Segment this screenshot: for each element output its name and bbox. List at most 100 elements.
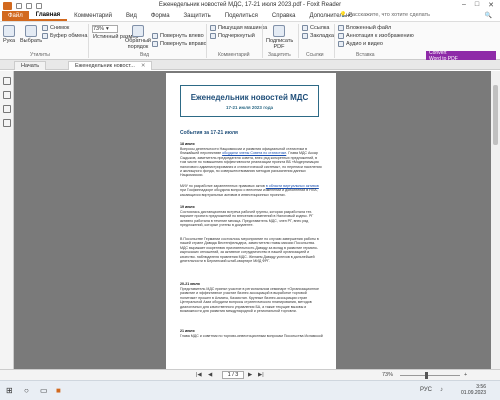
status-bar: |◀ ◀ 1 / 3 ▶ ▶| 73% + <box>0 369 500 380</box>
prev-page-button[interactable]: ◀ <box>208 372 212 378</box>
select-tool-button[interactable]: Выбрать <box>20 25 42 44</box>
hand-icon <box>3 25 15 37</box>
link-button[interactable]: Ссылка <box>302 25 329 31</box>
group-comment-label: Комментарий <box>218 52 250 58</box>
zoom-percentage: 73% <box>382 372 394 378</box>
minimize-button[interactable]: – <box>462 1 466 9</box>
zoom-slider-handle[interactable] <box>425 372 429 379</box>
volume-icon[interactable]: ♪ <box>440 387 443 393</box>
news-paragraph: Глава МДС и советник по торгово-инвестиц… <box>180 334 323 338</box>
system-clock[interactable]: 3:56 01.09.2023 <box>461 384 486 396</box>
rotate-left-icon <box>152 33 158 39</box>
bookmark-button[interactable]: Закладка <box>302 33 334 39</box>
taskbar-search-icon[interactable]: ○ <box>24 386 29 395</box>
tab-share[interactable]: Поделиться <box>218 13 265 21</box>
lightbulb-icon: 💡 <box>339 12 347 18</box>
scrollbar-thumb[interactable] <box>493 85 498 145</box>
windows-start-icon[interactable]: ⊞ <box>6 386 13 395</box>
rotate-right-button[interactable]: Повернуть вправо <box>152 41 207 47</box>
tab-protect[interactable]: Защитить <box>177 13 218 21</box>
typewriter-button[interactable]: Пишущая машинка <box>210 25 267 31</box>
clipboard-button[interactable]: Буфер обмена <box>42 33 87 39</box>
group-links-label: Ссылки <box>306 52 324 58</box>
keyboard-language[interactable]: РУС <box>420 387 432 393</box>
last-page-button[interactable]: ▶| <box>258 372 264 378</box>
rotate-left-button[interactable]: Повернуть влево <box>152 33 204 39</box>
rotate-right-icon <box>152 41 158 47</box>
news-link[interactable]: обсудили члены Совета по статистике <box>222 151 286 155</box>
cursor-icon <box>25 25 38 37</box>
foxit-taskbar-icon[interactable]: ■ <box>56 386 61 395</box>
news-paragraph: Вопросы деятельности Нацкомиссии и разви… <box>180 147 322 178</box>
clipboard-icon <box>42 33 48 39</box>
bookmark-panel-icon[interactable] <box>3 77 11 85</box>
pdf-page: Еженедельник новостей МДС 17-21 июля 202… <box>166 73 336 369</box>
newsletter-dates: 17-21 июля 2023 года <box>225 104 274 110</box>
tab-help[interactable]: Справка <box>265 13 303 21</box>
audio-video-button[interactable]: Аудио и видео <box>338 41 383 47</box>
link-icon <box>302 25 308 31</box>
reverse-order-icon <box>132 25 144 37</box>
chevron-down-icon: ▾ <box>106 26 109 32</box>
image-annotation-button[interactable]: Аннотация к изображению <box>338 33 414 39</box>
tell-me-search[interactable]: 💡 Расскажите, что хотите сделать <box>340 12 430 18</box>
pages-panel-icon[interactable] <box>3 91 11 99</box>
video-icon <box>338 41 344 47</box>
tab-document[interactable]: Еженедельник новост... ✕ <box>68 61 153 70</box>
ribbon-separator <box>206 24 207 58</box>
tab-file[interactable]: Файл <box>2 11 29 21</box>
tab-home[interactable]: Главная <box>28 12 68 21</box>
news-paragraph: В Посольстве Германии состоялось меропри… <box>180 237 319 264</box>
search-icon[interactable]: 🔍 <box>485 12 492 19</box>
attachments-panel-icon[interactable] <box>3 119 11 127</box>
tab-start[interactable]: Начать <box>14 61 47 70</box>
title-bar: Еженедельник новостей МДС, 17-21 июля 20… <box>0 0 500 11</box>
ribbon-separator <box>88 24 89 58</box>
bookmark-icon <box>302 33 308 39</box>
news-date: 19 июля <box>180 205 195 209</box>
snapshot-button[interactable]: Снимок <box>42 25 69 31</box>
newsletter-title: Еженедельник новостей МДС <box>190 92 309 102</box>
news-link[interactable]: в области виртуальных активов <box>266 184 319 188</box>
tab-comment[interactable]: Комментарий <box>67 13 119 21</box>
news-paragraph: МИУ по разработке заранееннных правовых … <box>180 184 319 197</box>
close-tab-icon[interactable]: ✕ <box>141 63 146 69</box>
ribbon-separator <box>298 24 299 58</box>
pen-sign-icon <box>273 25 285 37</box>
group-tools-label: Утилиты <box>30 52 50 58</box>
zoom-in-button[interactable]: + <box>464 372 467 378</box>
ribbon-toolbar: Рука Выбрать Снимок Буфер обмена Утилиты… <box>0 22 500 63</box>
layers-panel-icon[interactable] <box>3 105 11 113</box>
highlight-button[interactable]: Подчеркнутый <box>210 33 255 39</box>
windows-taskbar: ⊞ ○ ▭ ■ РУС ♪ 3:56 01.09.2023 <box>0 380 500 400</box>
group-insert-label: Вставка <box>356 52 375 58</box>
sign-pdf-button[interactable]: Подписать PDF <box>266 25 293 50</box>
section-title: События за 17-21 июля <box>180 130 238 136</box>
group-view-label: Вид <box>140 52 150 58</box>
next-page-button[interactable]: ▶ <box>248 372 252 378</box>
vertical-scrollbar[interactable] <box>491 71 500 369</box>
search-placeholder: Расскажите, что хотите сделать <box>348 12 431 18</box>
image-icon <box>338 33 344 39</box>
news-date: 18 июля <box>180 142 195 146</box>
zoom-select[interactable]: 73% ▾ <box>92 25 118 33</box>
document-workspace: Еженедельник новостей МДС 17-21 июля 202… <box>0 71 500 369</box>
task-view-icon[interactable]: ▭ <box>40 386 48 395</box>
tab-view[interactable]: Вид <box>119 13 144 21</box>
document-tabs: Начать Еженедельник новост... ✕ <box>0 60 500 70</box>
first-page-button[interactable]: |◀ <box>196 372 202 378</box>
news-paragraph: Представитель МДС принял участие в регио… <box>180 287 320 314</box>
reverse-order-button[interactable]: Обратный порядок <box>124 25 152 50</box>
page-number-input[interactable]: 1 / 3 <box>222 371 244 379</box>
news-date: 21 июля <box>180 329 195 333</box>
attached-file-button[interactable]: Вложенный файл <box>338 25 391 31</box>
close-button[interactable]: ✕ <box>488 1 494 9</box>
ribbon-separator <box>334 24 335 58</box>
hand-tool-button[interactable]: Рука <box>3 25 15 44</box>
tab-form[interactable]: Форма <box>144 13 177 21</box>
window-title: Еженедельник новостей МДС, 17-21 июля 20… <box>158 2 342 8</box>
group-protect-label: Защитить <box>268 52 291 58</box>
menu-bar: Файл Главная Комментарий Вид Форма Защит… <box>0 11 500 22</box>
zoom-slider[interactable] <box>400 375 460 376</box>
maximize-button[interactable]: □ <box>475 1 479 9</box>
